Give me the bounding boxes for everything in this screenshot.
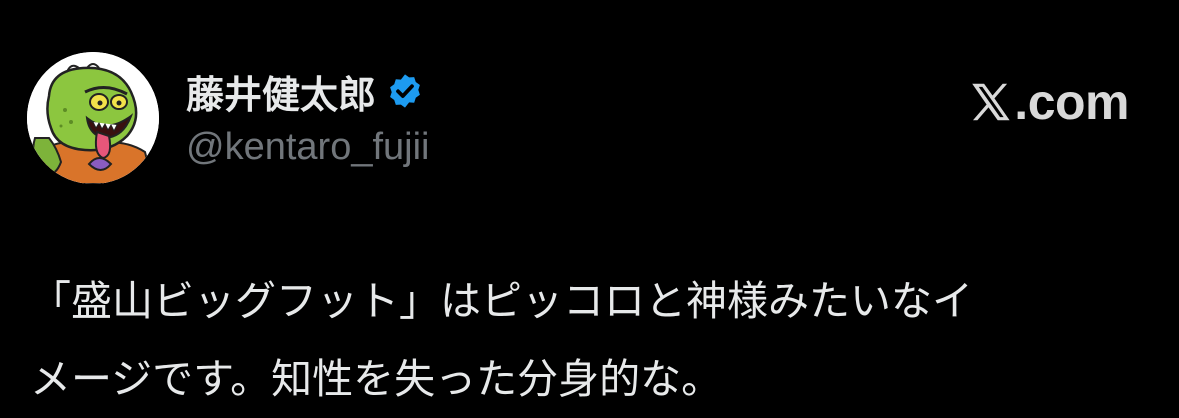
tweet-card: 藤井健太郎 @kentaro_fujii .com 「盛山ビッグフット」はピッコ… (0, 0, 1179, 413)
green-monster-avatar-icon (27, 52, 159, 184)
author-display-name[interactable]: 藤井健太郎 (186, 64, 376, 119)
tweet-text-line: メージです。知性を失った分身的な。 (30, 355, 723, 403)
author-block: 藤井健太郎 @kentaro_fujii (186, 66, 429, 169)
avatar[interactable] (27, 52, 159, 184)
tweet-text-line: 「盛山ビッグフット」はピッコロと神様みたいなイ (30, 277, 973, 325)
x-com-brand[interactable]: .com (968, 74, 1129, 130)
tweet-text: 「盛山ビッグフット」はピッコロと神様みたいなイ メージです。知性を失った分身的な… (30, 262, 1150, 418)
author-name-row: 藤井健太郎 (186, 64, 429, 119)
brand-label: .com (1014, 74, 1129, 130)
author-handle[interactable]: @kentaro_fujii (186, 126, 429, 169)
x-logo-icon (968, 79, 1014, 125)
verified-badge-icon (386, 72, 424, 110)
